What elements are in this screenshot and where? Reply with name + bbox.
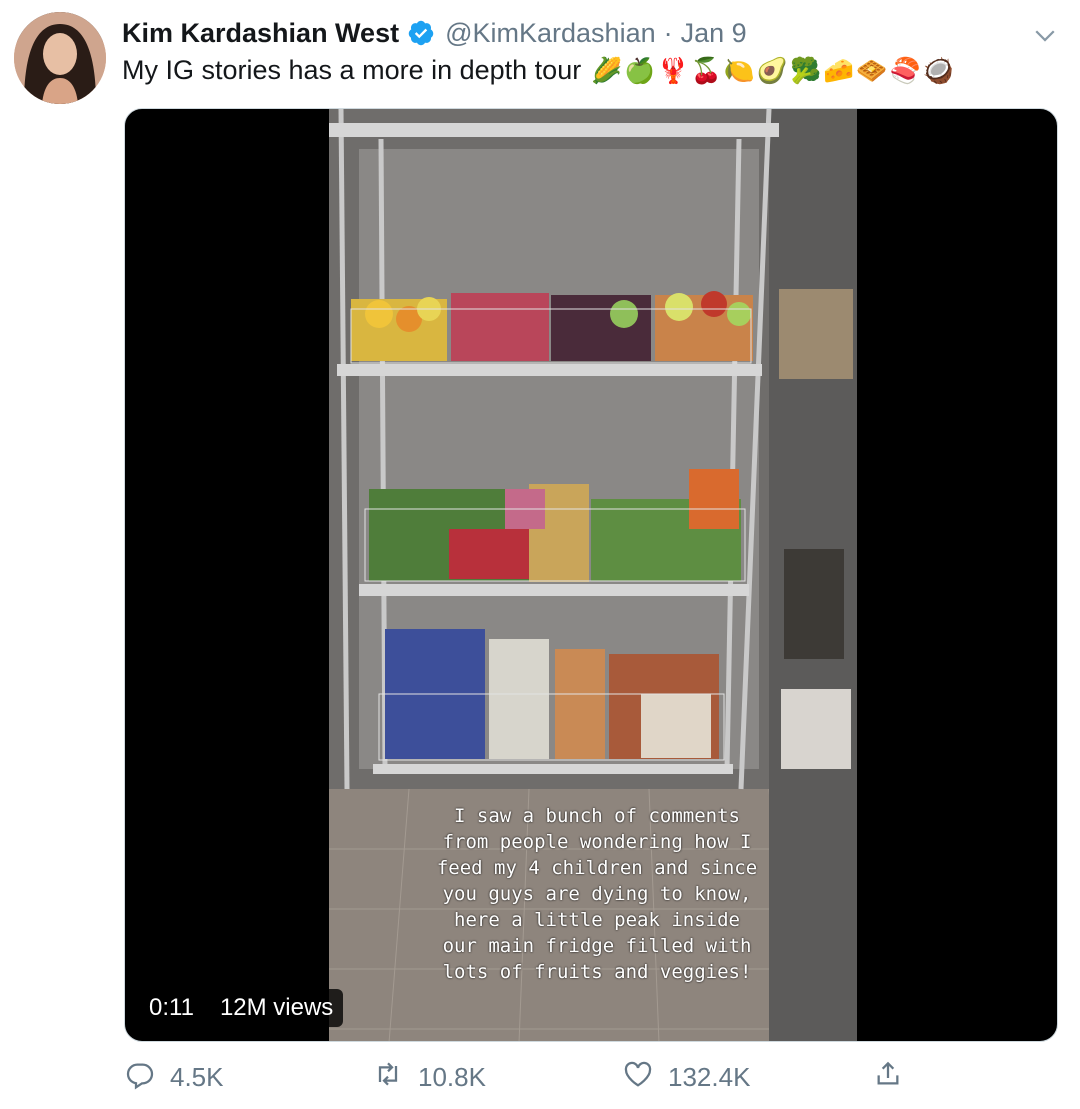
separator-dot: · bbox=[663, 17, 673, 48]
video-frame[interactable]: I saw a bunch of comments from people wo… bbox=[329, 109, 857, 1041]
reply-count: 4.5K bbox=[170, 1062, 224, 1092]
waffle-emoji: 🧇 bbox=[856, 55, 888, 85]
retweet-count: 10.8K bbox=[418, 1062, 486, 1092]
tweet-text: My IG stories has a more in depth tour 🌽… bbox=[122, 55, 954, 86]
user-handle[interactable]: @KimKardashian bbox=[445, 18, 656, 49]
like-button[interactable]: 132.4K bbox=[622, 1058, 750, 1097]
display-name[interactable]: Kim Kardashian West bbox=[122, 18, 399, 49]
coconut-emoji: 🥥 bbox=[922, 55, 954, 85]
tweet-header: Kim Kardashian West @KimKardashian · Jan… bbox=[122, 14, 747, 52]
sushi-emoji: 🍣 bbox=[889, 55, 921, 85]
video-badges: 0:11 12M views bbox=[139, 989, 344, 1027]
video-caption: I saw a bunch of comments from people wo… bbox=[436, 805, 758, 983]
video-player[interactable]: I saw a bunch of comments from people wo… bbox=[124, 108, 1058, 1042]
cherries-emoji: 🍒 bbox=[690, 55, 722, 85]
chevron-down-icon[interactable] bbox=[1030, 20, 1060, 50]
tweet-body: My IG stories has a more in depth tour bbox=[122, 55, 582, 85]
retweet-icon bbox=[372, 1058, 404, 1097]
broccoli-emoji: 🥦 bbox=[790, 55, 822, 85]
like-count: 132.4K bbox=[668, 1062, 751, 1092]
heart-icon bbox=[622, 1058, 654, 1097]
avatar[interactable] bbox=[14, 12, 106, 104]
share-button[interactable] bbox=[872, 1058, 904, 1097]
tweet: Kim Kardashian West @KimKardashian · Jan… bbox=[0, 0, 1080, 1109]
tweet-actions: 4.5K 10.8K 132.4K bbox=[0, 1058, 1080, 1102]
green-apple-emoji: 🍏 bbox=[624, 55, 656, 85]
lobster-emoji: 🦞 bbox=[657, 55, 689, 85]
cheese-emoji: 🧀 bbox=[823, 55, 855, 85]
reply-button[interactable]: 4.5K bbox=[124, 1058, 224, 1097]
avocado-emoji: 🥑 bbox=[756, 55, 789, 85]
corn-emoji: 🌽 bbox=[591, 55, 623, 85]
retweet-button[interactable]: 10.8K bbox=[372, 1058, 486, 1097]
tweet-date[interactable]: Jan 9 bbox=[681, 18, 747, 49]
verified-badge-icon bbox=[407, 19, 435, 47]
reply-icon bbox=[124, 1058, 156, 1097]
video-view-count: 12M views bbox=[209, 989, 344, 1027]
lemon-emoji: 🍋 bbox=[723, 55, 755, 85]
emoji-list: 🌽 🍏 🦞 🍒 🍋 🥑 🥦 🧀 🧇 🍣 🥥 bbox=[591, 56, 954, 86]
share-icon bbox=[872, 1058, 904, 1097]
video-duration: 0:11 bbox=[139, 989, 204, 1027]
